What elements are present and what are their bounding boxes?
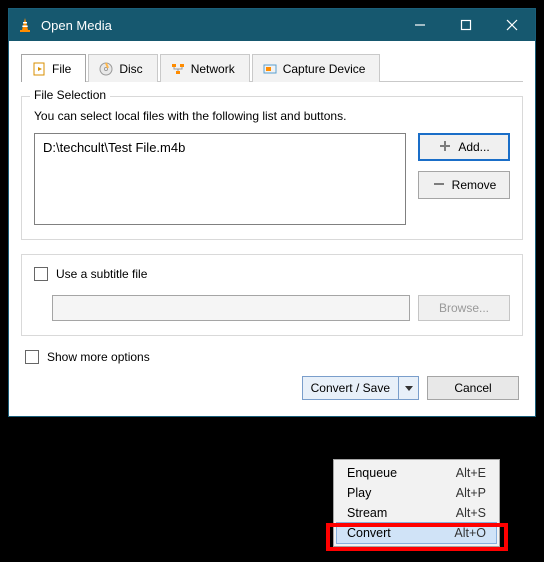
menu-item-shortcut: Alt+S [456,506,486,520]
button-label: Add... [458,140,489,154]
menu-item-label: Enqueue [347,466,456,480]
disc-icon [99,62,113,76]
group-title: File Selection [30,88,110,102]
convert-save-menu: Enqueue Alt+E Play Alt+P Stream Alt+S Co… [333,459,500,547]
button-label: Convert / Save [303,381,398,395]
cancel-button[interactable]: Cancel [427,376,519,400]
plus-icon [438,139,452,156]
minus-icon [432,177,446,194]
menu-item-shortcut: Alt+O [454,526,486,540]
button-label: Cancel [454,381,491,395]
file-list[interactable]: D:\techcult\Test File.m4b [34,133,406,225]
convert-save-button[interactable]: Convert / Save [302,376,419,400]
close-button[interactable] [489,9,535,41]
file-selection-desc: You can select local files with the foll… [34,109,510,123]
browse-button: Browse... [418,295,510,321]
file-selection-group: File Selection You can select local file… [21,96,523,240]
vlc-cone-icon [17,17,33,33]
menu-item-label: Convert [347,526,454,540]
subtitle-label: Use a subtitle file [56,267,147,281]
tab-file[interactable]: File [21,54,86,82]
menu-item-label: Stream [347,506,456,520]
menu-item-label: Play [347,486,456,500]
show-more-label: Show more options [47,350,150,364]
subtitle-group: Use a subtitle file Browse... [21,254,523,336]
menu-item-stream[interactable]: Stream Alt+S [337,503,496,523]
menu-item-enqueue[interactable]: Enqueue Alt+E [337,463,496,483]
network-icon [171,62,185,76]
titlebar: Open Media [9,9,535,41]
tab-bar: File Disc Network Capture Device [21,53,523,82]
menu-item-convert[interactable]: Convert Alt+O [336,522,497,544]
dropdown-arrow[interactable] [398,377,418,399]
tab-capture[interactable]: Capture Device [252,54,381,82]
add-button[interactable]: Add... [418,133,510,161]
subtitle-checkbox[interactable] [34,267,48,281]
tab-label: File [52,62,71,76]
button-label: Browse... [439,301,489,315]
window-title: Open Media [41,18,112,33]
open-media-window: Open Media File Disc [8,8,536,417]
tab-label: Disc [119,62,142,76]
subtitle-path-input [52,295,410,321]
menu-item-shortcut: Alt+P [456,486,486,500]
tab-label: Capture Device [283,62,366,76]
menu-item-play[interactable]: Play Alt+P [337,483,496,503]
tab-disc[interactable]: Disc [88,54,157,82]
minimize-button[interactable] [397,9,443,41]
button-label: Remove [452,178,497,192]
menu-item-shortcut: Alt+E [456,466,486,480]
tab-label: Network [191,62,235,76]
remove-button[interactable]: Remove [418,171,510,199]
capture-icon [263,62,277,76]
file-entry[interactable]: D:\techcult\Test File.m4b [43,140,397,155]
maximize-button[interactable] [443,9,489,41]
show-more-checkbox[interactable] [25,350,39,364]
file-icon [32,62,46,76]
tab-network[interactable]: Network [160,54,250,82]
